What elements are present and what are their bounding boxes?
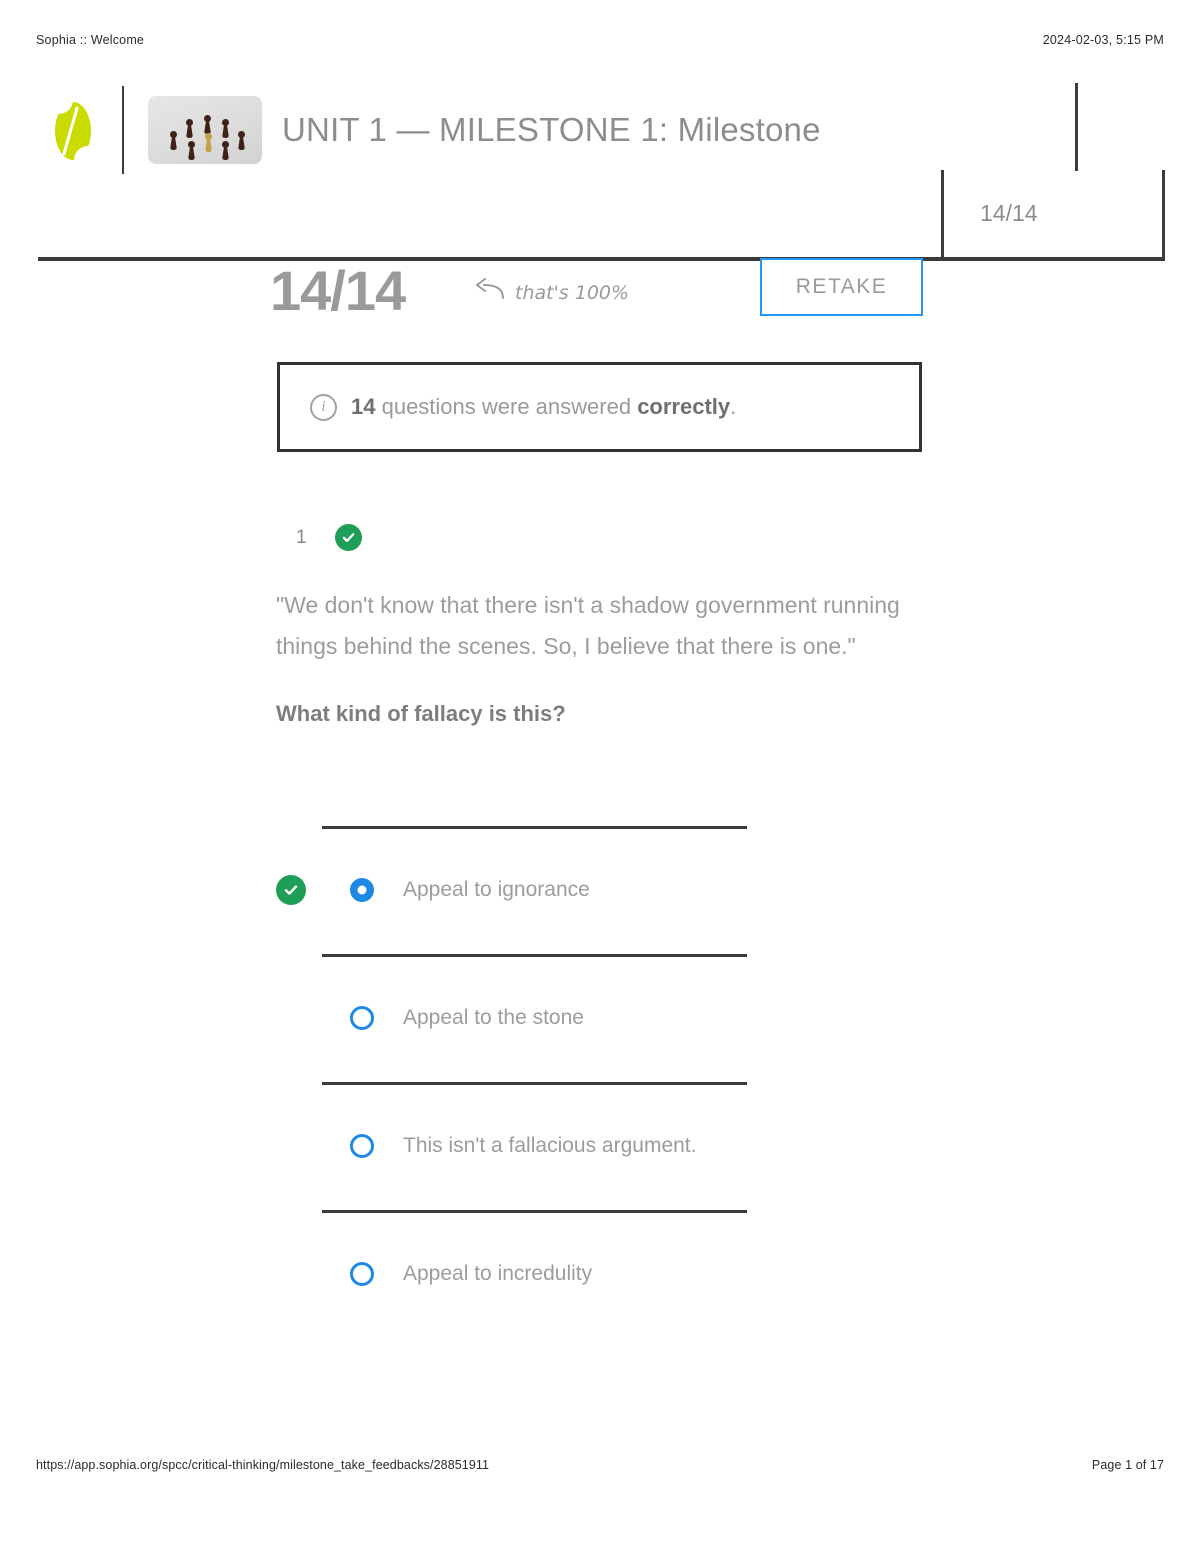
question-header: 1 (296, 524, 362, 551)
answer-label-1: Appeal to ignorance (403, 878, 590, 901)
curved-arrow-icon (475, 278, 505, 308)
question-number: 1 (296, 526, 307, 548)
correct-count: 14 (351, 394, 376, 419)
correct-answers-text: 14 questions were answered correctly. (351, 394, 736, 420)
banner-period: . (730, 394, 737, 419)
header-vertical-divider (122, 86, 124, 174)
print-header-title: Sophia :: Welcome (36, 33, 145, 47)
score-badge-box: 14/14 (941, 170, 1165, 260)
score-summary-row: 14/14 that's 100% RETAKE (270, 258, 970, 328)
score-note: that's 100% (475, 278, 629, 308)
answer-radio-3[interactable] (350, 1134, 374, 1158)
answer-divider (322, 954, 747, 957)
banner-text-mid: questions were answered (375, 394, 638, 419)
answer-label-2: Appeal to the stone (403, 1006, 584, 1029)
answer-option-row[interactable]: Appeal to ignorance (276, 826, 936, 954)
correct-answers-banner: i 14 questions were answered correctly. (277, 362, 922, 452)
answer-options: Appeal to ignorance Appeal to the stone … (276, 826, 936, 1338)
answer-option-row[interactable]: Appeal to the stone (276, 954, 936, 1082)
answer-option-row[interactable]: This isn't a fallacious argument. (276, 1082, 936, 1210)
answer-label-4: Appeal to incredulity (403, 1262, 593, 1285)
footer-url: https://app.sophia.org/spcc/critical-thi… (36, 1458, 490, 1472)
print-footer: https://app.sophia.org/spcc/critical-thi… (0, 1455, 1200, 1475)
chess-pawns-thumbnail-icon (148, 96, 262, 164)
retake-button[interactable]: RETAKE (760, 258, 923, 316)
answer-radio-2[interactable] (350, 1006, 374, 1030)
answer-divider (322, 826, 747, 829)
score-note-text: that's 100% (515, 282, 630, 304)
answer-radio-1[interactable] (350, 878, 374, 902)
answer-label-3: This isn't a fallacious argument. (403, 1134, 697, 1157)
sophia-logo-icon (52, 94, 94, 166)
question-body: "We don't know that there isn't a shadow… (276, 585, 926, 727)
page-title: UNIT 1 — MILESTONE 1: Milestone (282, 111, 821, 148)
question-prompt: What kind of fallacy is this? (276, 701, 566, 726)
answer-divider (322, 1210, 747, 1213)
question-quote: "We don't know that there isn't a shadow… (276, 592, 900, 659)
footer-page-number: Page 1 of 17 (1091, 1458, 1164, 1472)
print-header-timestamp: 2024-02-03, 5:15 PM (1042, 33, 1164, 47)
score-value: 14/14 (270, 259, 406, 322)
milestone-header-bar: UNIT 1 — MILESTONE 1: Milestone (52, 84, 821, 176)
answer-correct-check-icon (276, 875, 306, 905)
answer-divider (322, 1082, 747, 1085)
answer-radio-4[interactable] (350, 1262, 374, 1286)
answer-option-row[interactable]: Appeal to incredulity (276, 1210, 936, 1338)
question-correct-check-icon (334, 524, 362, 551)
print-header: Sophia :: Welcome 2024-02-03, 5:15 PM (0, 30, 1200, 50)
header-right-rule (1075, 83, 1078, 171)
banner-emphasis: correctly (637, 394, 731, 419)
score-badge-label: 14/14 (980, 200, 1038, 226)
info-icon: i (310, 393, 337, 421)
